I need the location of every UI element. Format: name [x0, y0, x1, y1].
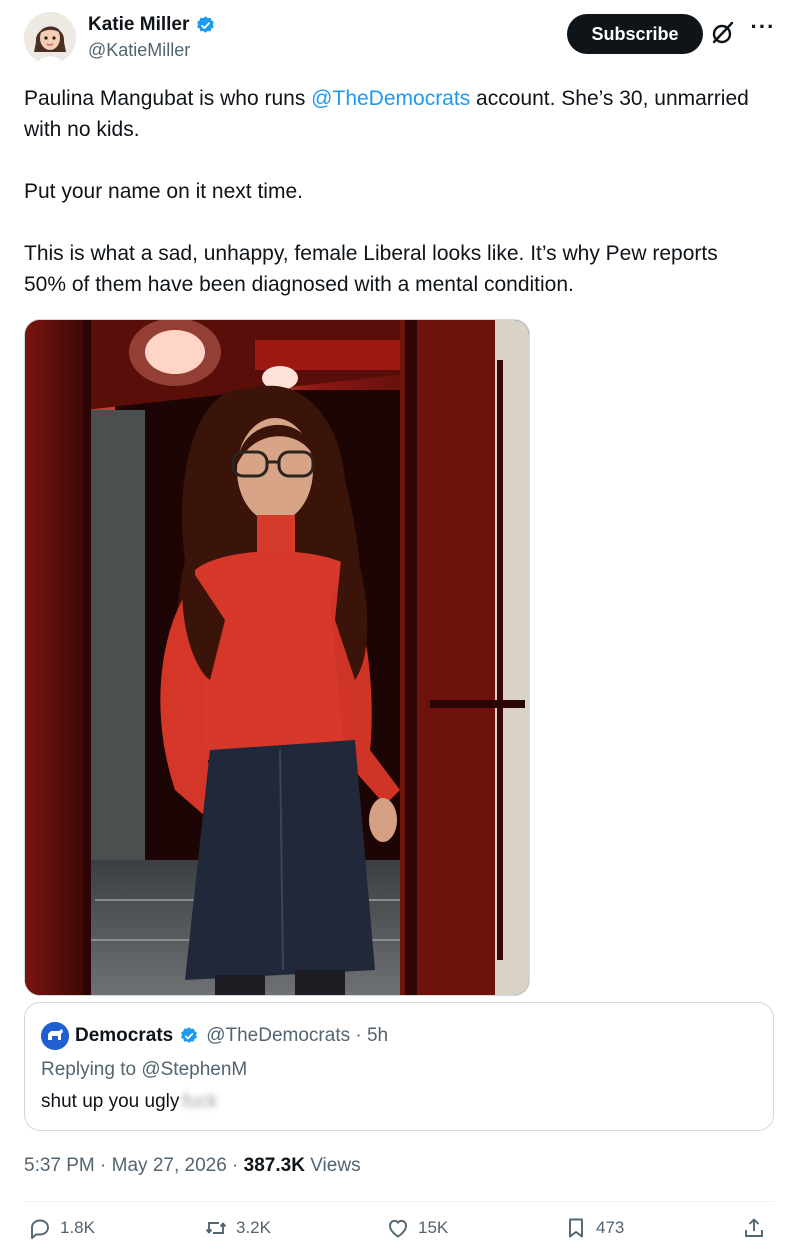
quoted-tweet[interactable]: Democrats @TheDemocrats · 5h Replying to… — [24, 1002, 774, 1131]
tweet-paragraph: Paulina Mangubat is who runs @TheDemocra… — [24, 87, 749, 141]
repost-icon — [205, 1222, 227, 1234]
quoted-text-blurred: fuck — [182, 1091, 218, 1112]
share-button[interactable] — [742, 1216, 766, 1240]
divider — [24, 1201, 774, 1202]
more-options-icon[interactable]: ··· — [748, 16, 778, 42]
views-label: Views — [304, 1155, 361, 1176]
verified-badge-icon — [195, 15, 216, 36]
quoted-text-visible: shut up you ugly — [41, 1091, 180, 1112]
subscribe-button[interactable]: Subscribe — [567, 14, 703, 54]
tweet-body: Paulina Mangubat is who runs @TheDemocra… — [24, 83, 764, 300]
verified-badge-icon — [179, 1026, 200, 1047]
mention-link[interactable]: @TheDemocrats — [311, 87, 470, 110]
tweet-timestamp[interactable]: 5:37 PM · May 27, 2026 · — [24, 1155, 244, 1176]
author-handle[interactable]: @KatieMiller — [88, 40, 190, 61]
quoted-display-name[interactable]: Democrats — [75, 1025, 173, 1047]
author-avatar[interactable] — [24, 12, 76, 64]
like-button[interactable]: 15K — [386, 1216, 448, 1240]
action-bar: 1.8K 3.2K 15K 473 — [0, 1216, 800, 1250]
author-display-name[interactable]: Katie Miller — [88, 14, 189, 36]
quoted-tweet-header: Democrats @TheDemocrats · 5h — [41, 1022, 388, 1050]
tweet-paragraph: This is what a sad, unhappy, female Libe… — [24, 242, 718, 296]
views-count: 387.3K — [243, 1155, 305, 1176]
grok-icon[interactable] — [710, 20, 736, 46]
tweet-photo[interactable] — [24, 319, 530, 996]
democrats-logo-icon[interactable] — [41, 1022, 69, 1050]
heart-icon — [389, 1219, 407, 1238]
tweet-meta: 5:37 PM · May 27, 2026 · 387.3K Views — [24, 1155, 361, 1177]
replying-to: Replying to @StephenM — [41, 1059, 248, 1080]
bookmark-button[interactable]: 473 — [564, 1216, 624, 1240]
bookmark-icon — [569, 1218, 583, 1238]
repost-button[interactable]: 3.2K — [204, 1216, 271, 1240]
bookmark-count: 473 — [596, 1218, 625, 1237]
tweet-header: Katie Miller @KatieMiller Subscribe ··· — [24, 12, 784, 68]
reply-count: 1.8K — [60, 1218, 95, 1237]
like-count: 15K — [418, 1218, 449, 1237]
tweet-paragraph: Put your name on it next time. — [24, 180, 303, 203]
author-name-row[interactable]: Katie Miller — [88, 14, 216, 36]
quoted-handle-time[interactable]: @TheDemocrats · 5h — [206, 1025, 388, 1047]
quoted-text: shut up you ugly fuck — [41, 1091, 217, 1113]
reply-icon — [31, 1219, 49, 1239]
repost-count: 3.2K — [236, 1218, 271, 1237]
reply-button[interactable]: 1.8K — [28, 1216, 95, 1240]
share-icon — [745, 1218, 763, 1237]
